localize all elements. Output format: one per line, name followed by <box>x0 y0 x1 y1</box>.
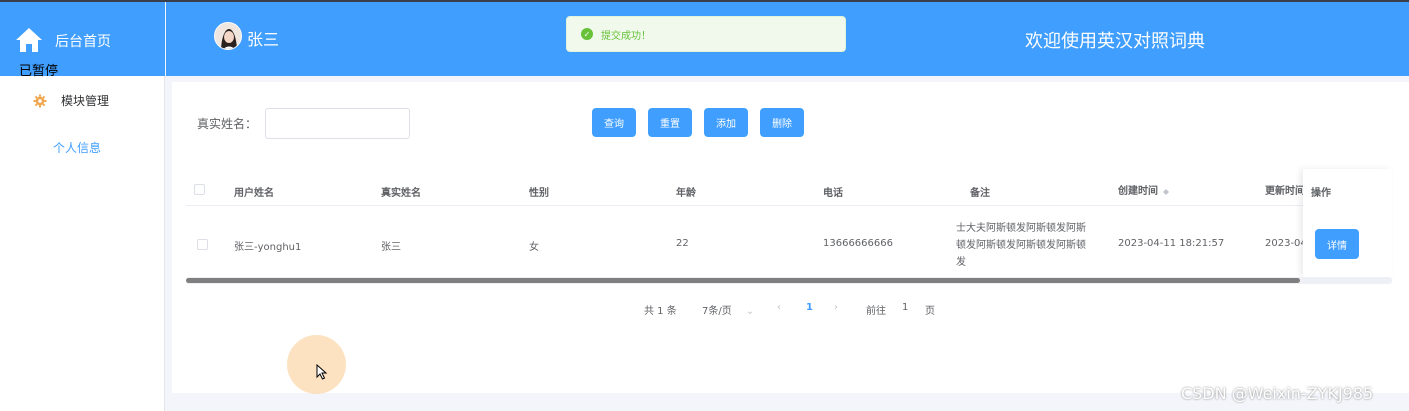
watermark: CSDN @Weixin-ZYKJ985 <box>1181 384 1374 403</box>
delete-button[interactable]: 删除 <box>760 108 804 137</box>
add-button[interactable]: 添加 <box>704 108 748 137</box>
gear-icon <box>33 94 47 107</box>
cell-age: 22 <box>676 238 689 249</box>
success-check-icon: ✓ <box>581 28 593 40</box>
column-header-age: 年龄 <box>676 188 696 199</box>
cell-remark: 士大夫阿斯顿发阿斯顿发阿斯顿发阿斯顿发阿斯顿发阿斯顿发 <box>956 223 1086 268</box>
cell-username: 张三-yonghu1 <box>234 242 302 253</box>
table-header-divider <box>186 205 1392 206</box>
cell-created-time: 2023-04-11 18:21:57 <box>1118 238 1225 249</box>
page-number-current[interactable]: 1 <box>806 302 813 313</box>
pagination-total: 共 1 条 <box>644 306 677 317</box>
next-page-icon[interactable]: › <box>834 302 838 313</box>
welcome-title: 欢迎使用英汉对照词典 <box>1025 31 1205 52</box>
detail-button[interactable]: 详情 <box>1315 229 1359 259</box>
column-header-actions: 操作 <box>1311 188 1331 199</box>
goto-label: 前往 <box>866 306 886 317</box>
realname-search-input[interactable] <box>265 108 410 139</box>
mouse-cursor-icon <box>316 364 328 380</box>
top-header: 张三 ✓ 提交成功！ 欢迎使用英汉对照词典 <box>166 2 1409 76</box>
row-checkbox[interactable] <box>197 239 208 250</box>
horizontal-scrollbar-thumb[interactable] <box>186 278 1300 283</box>
sort-caret-icon[interactable] <box>1162 186 1170 196</box>
column-header-updated-time: 更新时间 <box>1265 186 1305 197</box>
column-header-gender: 性别 <box>529 188 549 199</box>
avatar-image <box>215 23 241 49</box>
column-header-created-time[interactable]: 创建时间 <box>1118 182 1170 197</box>
column-header-remark: 备注 <box>970 188 990 199</box>
page-size-value: 7条/页 <box>702 306 732 317</box>
created-time-label: 创建时间 <box>1118 186 1158 197</box>
cell-gender: 女 <box>529 242 539 253</box>
goto-page-input[interactable]: 1 <box>902 302 908 313</box>
avatar[interactable] <box>214 22 242 50</box>
menu-item-label: 模块管理 <box>61 94 110 108</box>
chevron-down-icon: ⌄ <box>745 306 755 317</box>
paused-overlay-text: 已暂停 <box>19 64 59 79</box>
reset-button[interactable]: 重置 <box>648 108 692 137</box>
success-toast: ✓ 提交成功！ <box>566 16 846 52</box>
toast-message: 提交成功！ <box>601 30 651 42</box>
column-header-realname: 真实姓名 <box>381 188 421 199</box>
prev-page-icon[interactable]: ‹ <box>777 302 781 313</box>
query-button[interactable]: 查询 <box>592 108 636 137</box>
column-header-phone: 电话 <box>823 188 843 199</box>
select-all-checkbox[interactable] <box>194 184 205 195</box>
header-username[interactable]: 张三 <box>247 26 279 50</box>
fixed-action-column: 操作 <box>1303 169 1392 277</box>
sidebar: 后台首页 已暂停 模块管理 个人信息 <box>0 2 165 411</box>
main-content: 真实姓名： 查询 重置 添加 删除 用户姓名 真实姓名 性别 年龄 电话 备注 … <box>172 82 1409 393</box>
cell-realname: 张三 <box>381 242 401 253</box>
realname-search-label: 真实姓名： <box>197 117 258 131</box>
column-header-username: 用户姓名 <box>234 188 274 199</box>
cell-phone: 13666666666 <box>823 238 893 249</box>
sidebar-title: 后台首页 <box>55 34 111 50</box>
page-suffix-label: 页 <box>925 306 935 317</box>
menu-item-personal-info[interactable]: 个人信息 <box>53 139 101 156</box>
menu-item-module-management[interactable]: 模块管理 <box>33 92 109 109</box>
page-size-select[interactable]: 7条/页 ⌄ <box>702 302 754 317</box>
cell-updated-time: 2023-04 <box>1265 238 1307 249</box>
home-icon <box>16 28 42 52</box>
